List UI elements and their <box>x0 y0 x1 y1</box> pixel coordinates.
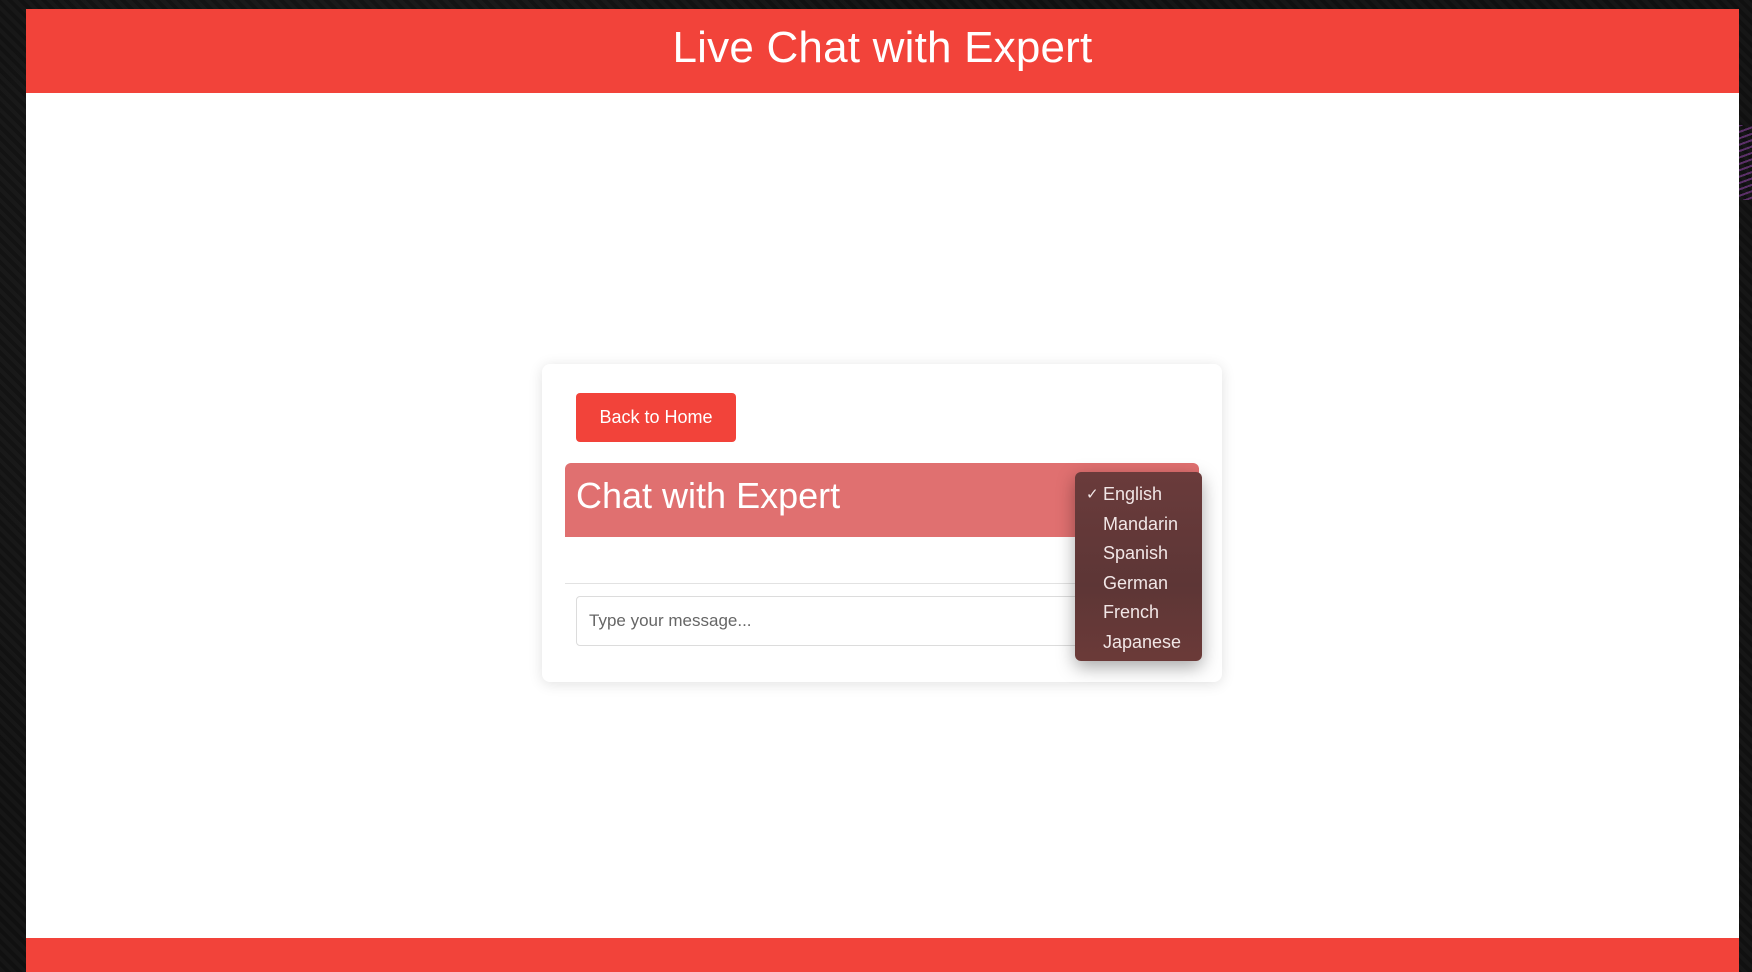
language-option-label: Spanish <box>1103 543 1169 563</box>
language-option-french[interactable]: French <box>1075 598 1202 628</box>
language-option-label: French <box>1103 602 1160 622</box>
page-title: Live Chat with Expert <box>672 23 1093 72</box>
message-input[interactable] <box>576 596 1156 646</box>
language-option-label: Japanese <box>1103 631 1182 652</box>
app-window: Live Chat with Expert Back to Home Chat … <box>26 9 1739 972</box>
language-option-label: German <box>1103 572 1169 593</box>
chat-title: Chat with Expert <box>576 475 841 516</box>
back-to-home-button[interactable]: Back to Home <box>576 393 736 442</box>
checkmark-icon: ✓ <box>1086 486 1099 503</box>
language-dropdown-menu: ✓ English Mandarin Spanish German French… <box>1075 472 1202 661</box>
language-option-spanish[interactable]: Spanish <box>1075 539 1202 569</box>
language-option-label: Mandarin <box>1103 513 1179 534</box>
decorative-stripes <box>1738 125 1752 200</box>
bottom-banner <box>26 938 1739 972</box>
language-option-label: English <box>1103 484 1163 504</box>
language-option-english[interactable]: ✓ English <box>1075 480 1202 510</box>
language-option-japanese[interactable]: Japanese <box>1075 628 1202 658</box>
language-option-german[interactable]: German <box>1075 569 1202 599</box>
top-banner: Live Chat with Expert <box>26 9 1739 93</box>
language-option-mandarin[interactable]: Mandarin <box>1075 510 1202 540</box>
